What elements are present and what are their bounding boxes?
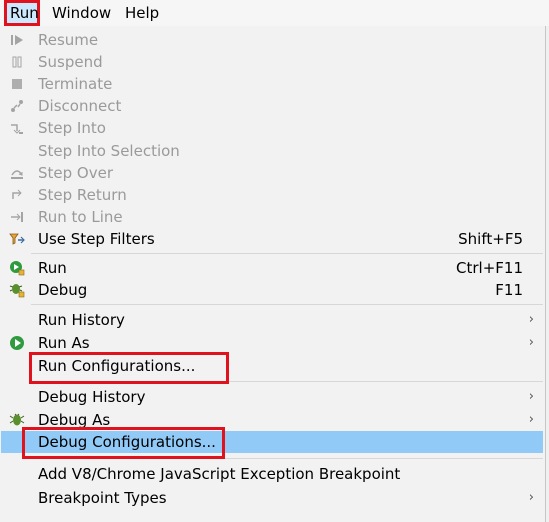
menu-item-use-step-filters[interactable]: Use Step Filters Shift+F5 [1,228,543,250]
run-as-icon [9,335,25,351]
menu-item-run-configurations[interactable]: Run Configurations... [1,355,543,377]
menu-item-label: Resume [38,31,99,49]
menu-item-run-to-line[interactable]: Run to Line [1,206,543,228]
disconnect-icon [9,98,25,114]
submenu-arrow-icon: › [528,335,534,350]
menu-item-label: Run History [38,311,125,329]
menu-separator [31,304,543,305]
menu-item-debug-as[interactable]: Debug As › [1,409,543,431]
terminate-icon [9,76,25,92]
menu-item-disconnect[interactable]: Disconnect [1,95,543,117]
menu-item-debug-configurations[interactable]: Debug Configurations... [1,431,543,453]
menu-item-label: Debug History [38,388,146,406]
menu-separator [31,458,543,459]
menu-item-run-history[interactable]: Run History › [1,309,543,331]
debug-as-icon [9,412,25,428]
menu-item-label: Breakpoint Types [38,489,167,507]
step-return-icon [9,187,25,203]
run-icon [9,260,25,276]
menu-bar: Run Window Help [0,0,549,26]
menu-window[interactable]: Window [48,0,115,26]
submenu-arrow-icon: › [528,389,534,404]
menu-item-breakpoint-types[interactable]: Breakpoint Types › [1,487,543,509]
submenu-arrow-icon: › [528,412,534,427]
menu-item-terminate[interactable]: Terminate [1,73,543,95]
shortcut-label: Ctrl+F11 [456,259,523,277]
run-to-line-icon [9,209,25,225]
menu-item-label: Disconnect [38,97,122,115]
shortcut-label: Shift+F5 [458,230,523,248]
menu-item-step-into-selection[interactable]: Step Into Selection [1,140,543,162]
step-filters-icon [9,231,25,247]
menu-run[interactable]: Run [4,0,40,26]
debug-icon [9,282,25,298]
menu-item-add-v8-breakpoint[interactable]: Add V8/Chrome JavaScript Exception Break… [1,463,543,485]
menu-item-label: Suspend [38,53,103,71]
menu-item-suspend[interactable]: Suspend [1,51,543,73]
menu-separator [31,253,543,254]
menu-item-debug[interactable]: Debug F11 [1,279,543,301]
shortcut-label: F11 [495,281,523,299]
menu-item-label: Run Configurations... [38,357,196,375]
menu-item-label: Run to Line [38,208,123,226]
menu-item-run-as[interactable]: Run As › [1,332,543,354]
menu-item-label: Run As [38,334,90,352]
menu-item-label: Terminate [38,75,113,93]
menu-item-step-over[interactable]: Step Over [1,162,543,184]
menu-item-step-return[interactable]: Step Return [1,184,543,206]
menu-item-run[interactable]: Run Ctrl+F11 [1,257,543,279]
step-over-icon [9,165,25,181]
menu-item-label: Step Into [38,119,106,137]
menu-item-label: Step Into Selection [38,142,180,160]
submenu-arrow-icon: › [528,312,534,327]
run-dropdown-menu: Resume Suspend Terminate Disconnect Step… [0,26,546,522]
menu-separator [31,381,543,382]
submenu-arrow-icon: › [528,490,534,505]
menu-item-resume[interactable]: Resume [1,29,543,51]
menu-item-debug-history[interactable]: Debug History › [1,386,543,408]
menu-help[interactable]: Help [121,0,163,26]
resume-icon [9,32,25,48]
menu-item-label: Debug As [38,411,111,429]
menu-item-label: Run [38,259,67,277]
step-into-icon [9,120,25,136]
menu-item-label: Debug [38,281,88,299]
menu-item-label: Use Step Filters [38,230,155,248]
menu-item-label: Step Over [38,164,113,182]
menu-item-step-into[interactable]: Step Into [1,117,543,139]
menu-item-label: Step Return [38,186,127,204]
menu-item-label: Add V8/Chrome JavaScript Exception Break… [38,465,401,483]
suspend-icon [9,54,25,70]
menu-item-label: Debug Configurations... [38,433,216,451]
